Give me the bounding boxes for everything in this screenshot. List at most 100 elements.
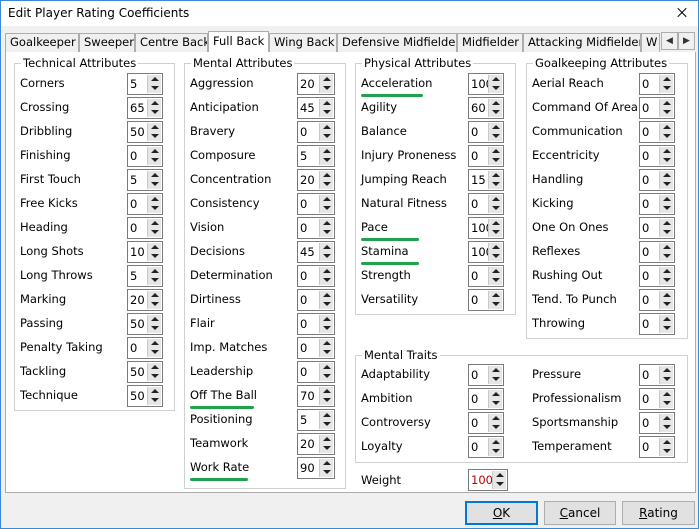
spin-down-icon[interactable] (660, 132, 673, 141)
spin-down-icon[interactable] (660, 156, 673, 165)
stepper-value[interactable]: 50 (130, 317, 145, 331)
stepper-value[interactable]: 0 (642, 197, 649, 211)
throwing-stepper[interactable]: 0 (639, 313, 675, 335)
spin-up-icon[interactable] (320, 75, 333, 84)
stepper-value[interactable]: 0 (642, 221, 649, 235)
spin-up-icon[interactable] (660, 171, 673, 180)
stepper-value[interactable]: 5 (130, 269, 137, 283)
stepper-value[interactable]: 0 (642, 101, 649, 115)
positioning-stepper[interactable]: 5 (297, 409, 335, 431)
spin-up-icon[interactable] (148, 75, 161, 84)
stepper-value[interactable]: 0 (471, 392, 478, 406)
spin-up-icon[interactable] (320, 123, 333, 132)
spin-up-icon[interactable] (489, 75, 502, 84)
dribbling-stepper[interactable]: 50 (127, 121, 163, 143)
crossing-stepper[interactable]: 65 (127, 97, 163, 119)
spin-up-icon[interactable] (148, 339, 161, 348)
spin-up-icon[interactable] (320, 411, 333, 420)
spin-up-icon[interactable] (489, 195, 502, 204)
spin-down-icon[interactable] (660, 324, 673, 333)
spin-up-icon[interactable] (660, 75, 673, 84)
spin-up-icon[interactable] (660, 243, 673, 252)
weight-value[interactable]: 100 (471, 473, 493, 487)
stepper-value[interactable]: 0 (471, 125, 478, 139)
spin-up-icon[interactable] (320, 171, 333, 180)
teamwork-stepper[interactable]: 20 (297, 433, 335, 455)
consistency-stepper[interactable]: 0 (297, 193, 335, 215)
spin-up-icon[interactable] (660, 147, 673, 156)
adaptability-stepper[interactable]: 0 (468, 364, 504, 386)
temperament-stepper[interactable]: 0 (639, 436, 675, 458)
spin-down-icon[interactable] (320, 324, 333, 333)
tab-full-back[interactable]: Full Back (208, 31, 269, 54)
pressure-stepper[interactable]: 0 (639, 364, 675, 386)
spin-up-icon[interactable] (660, 123, 673, 132)
close-icon[interactable] (664, 1, 698, 26)
spin-up-icon[interactable] (320, 99, 333, 108)
decisions-stepper[interactable]: 45 (297, 241, 335, 263)
spin-down-icon[interactable] (320, 156, 333, 165)
natural-fitness-stepper[interactable]: 0 (468, 193, 504, 215)
stepper-value[interactable]: 0 (642, 149, 649, 163)
tab-defensive-midfielder[interactable]: Defensive Midfielder (337, 33, 457, 53)
spin-up-icon[interactable] (489, 390, 502, 399)
versatility-stepper[interactable]: 0 (468, 289, 504, 311)
ambition-stepper[interactable]: 0 (468, 388, 504, 410)
passing-stepper[interactable]: 50 (127, 313, 163, 335)
spin-up-icon[interactable] (320, 243, 333, 252)
spin-down-icon[interactable] (660, 180, 673, 189)
aerial-reach-stepper[interactable]: 0 (639, 73, 675, 95)
spin-up-icon[interactable] (489, 291, 502, 300)
spin-down-icon[interactable] (148, 84, 161, 93)
spin-up-icon[interactable] (148, 243, 161, 252)
spin-down-icon[interactable] (320, 84, 333, 93)
rushing-out-stepper[interactable]: 0 (639, 265, 675, 287)
spin-down-icon[interactable] (660, 84, 673, 93)
spin-down-icon[interactable] (489, 375, 502, 384)
stepper-value[interactable]: 0 (130, 197, 137, 211)
spin-up-icon[interactable] (660, 390, 673, 399)
stepper-value[interactable]: 0 (471, 440, 478, 454)
stepper-value[interactable]: 70 (300, 389, 315, 403)
spin-down-icon[interactable] (489, 156, 502, 165)
agility-stepper[interactable]: 60 (468, 97, 504, 119)
stamina-stepper[interactable]: 100 (468, 241, 504, 263)
stepper-value[interactable]: 0 (300, 197, 307, 211)
spin-up-icon[interactable] (489, 438, 502, 447)
stepper-value[interactable]: 45 (300, 245, 315, 259)
concentration-stepper[interactable]: 20 (297, 169, 335, 191)
vision-stepper[interactable]: 0 (297, 217, 335, 239)
spin-down-icon[interactable] (660, 300, 673, 309)
spin-down-icon[interactable] (148, 108, 161, 117)
free-kicks-stepper[interactable]: 0 (127, 193, 163, 215)
spin-down-icon[interactable] (660, 108, 673, 117)
spin-up-icon[interactable] (660, 267, 673, 276)
stepper-value[interactable]: 0 (300, 341, 307, 355)
ok-button[interactable]: OK (465, 501, 538, 525)
stepper-value[interactable]: 0 (471, 149, 478, 163)
stepper-value[interactable]: 0 (642, 245, 649, 259)
spin-up-icon[interactable] (320, 291, 333, 300)
spin-down-icon[interactable] (148, 180, 161, 189)
long-shots-stepper[interactable]: 10 (127, 241, 163, 263)
stepper-value[interactable]: 0 (642, 173, 649, 187)
spin-down-icon[interactable] (320, 348, 333, 357)
spin-down-icon[interactable] (660, 276, 673, 285)
stepper-value[interactable]: 0 (471, 269, 478, 283)
spin-down-icon[interactable] (660, 204, 673, 213)
stepper-value[interactable]: 0 (642, 269, 649, 283)
spin-down-icon[interactable] (489, 132, 502, 141)
acceleration-stepper[interactable]: 100 (468, 73, 504, 95)
spin-down-icon[interactable] (320, 372, 333, 381)
spin-down-icon[interactable] (148, 324, 161, 333)
stepper-value[interactable]: 15 (471, 173, 486, 187)
spin-down-icon[interactable] (148, 252, 161, 261)
imp-matches-stepper[interactable]: 0 (297, 337, 335, 359)
spin-down-icon[interactable] (320, 300, 333, 309)
spin-up-icon[interactable] (148, 219, 161, 228)
strength-stepper[interactable]: 0 (468, 265, 504, 287)
spin-up-icon[interactable] (148, 291, 161, 300)
spin-down-icon[interactable] (660, 399, 673, 408)
spin-up-icon[interactable] (660, 315, 673, 324)
spin-down-icon[interactable] (660, 423, 673, 432)
